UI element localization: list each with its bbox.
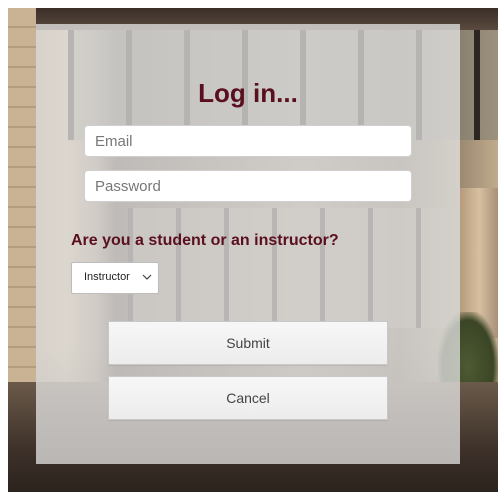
- submit-button[interactable]: Submit: [108, 321, 388, 365]
- role-question: Are you a student or an instructor?: [71, 232, 339, 249]
- password-input[interactable]: [84, 170, 412, 202]
- login-panel: Log in... Are you a student or an instru…: [36, 24, 460, 464]
- cancel-button[interactable]: Cancel: [108, 376, 388, 420]
- chevron-down-icon: [142, 274, 152, 280]
- role-select-value: Instructor: [84, 271, 130, 283]
- page-title: Log in...: [198, 78, 298, 108]
- email-input[interactable]: [84, 125, 412, 157]
- brick-wall: [8, 8, 36, 398]
- role-select[interactable]: Instructor: [71, 262, 159, 294]
